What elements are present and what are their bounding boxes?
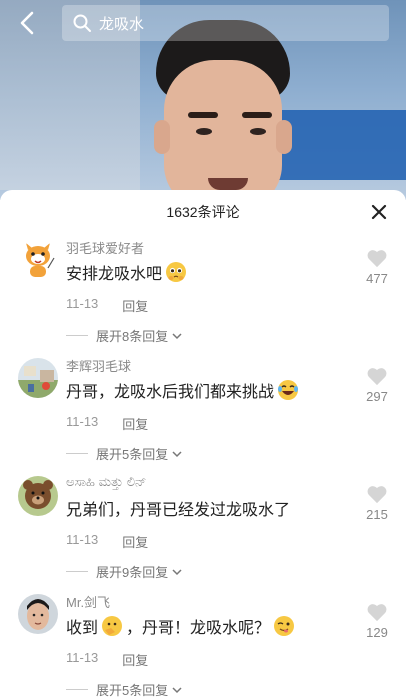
chevron-down-icon bbox=[172, 450, 182, 457]
comment-username[interactable]: Mr.剑飞 bbox=[66, 592, 110, 611]
pleading-face-emoji-icon bbox=[166, 262, 187, 282]
search-query: 龙吸水 bbox=[99, 15, 145, 33]
sheet-header: 1632条评论 bbox=[0, 190, 406, 234]
expand-replies-button[interactable]: 展开5条回复 bbox=[66, 444, 183, 463]
reply-button[interactable]: 回复 bbox=[122, 532, 148, 551]
like-count: 477 bbox=[366, 271, 388, 286]
like-count: 129 bbox=[366, 625, 388, 640]
comment-item: ಅಸಾಹಿ ಮತ್ತು ಲಿನ್ 兄弟们，丹哥已经发过龙吸水了 11-13 回复… bbox=[0, 470, 406, 588]
comment-text: 收到 ，丹哥！龙吸水呢？ bbox=[66, 614, 295, 638]
expand-replies-button[interactable]: 展开8条回复 bbox=[66, 326, 183, 345]
comment-text: 丹哥，龙吸水后我们都来挑战 bbox=[66, 378, 299, 402]
search-bar[interactable]: 龙吸水 bbox=[62, 5, 389, 41]
comment-username[interactable]: ಅಸಾಹಿ ಮತ್ತು ಲಿನ್ bbox=[66, 474, 146, 490]
like-button[interactable]: 297 bbox=[362, 366, 392, 404]
heart-icon bbox=[367, 486, 387, 504]
chevron-left-icon bbox=[20, 11, 34, 35]
like-button[interactable]: 129 bbox=[362, 602, 392, 640]
like-count: 297 bbox=[366, 389, 388, 404]
avatar[interactable] bbox=[18, 594, 58, 634]
heart-icon bbox=[367, 250, 387, 268]
comment-date: 11-13 bbox=[66, 414, 99, 429]
chevron-down-icon bbox=[172, 332, 182, 339]
comment-text: 兄弟们，丹哥已经发过龙吸水了 bbox=[66, 502, 291, 519]
heart-icon bbox=[367, 368, 387, 386]
avatar[interactable] bbox=[18, 476, 58, 516]
winking-face-emoji-icon bbox=[274, 616, 295, 636]
divider bbox=[66, 453, 88, 454]
comment-text: 安排龙吸水吧 bbox=[66, 260, 187, 284]
back-button[interactable] bbox=[14, 10, 40, 36]
like-count: 215 bbox=[366, 507, 388, 522]
avatar[interactable] bbox=[18, 240, 58, 280]
laughing-crying-emoji-icon bbox=[278, 380, 299, 400]
expand-replies-button[interactable]: 展开5条回复 bbox=[66, 680, 183, 699]
divider bbox=[66, 689, 88, 690]
comment-username[interactable]: 李辉羽毛球 bbox=[66, 356, 131, 375]
reply-button[interactable]: 回复 bbox=[122, 296, 148, 315]
close-icon[interactable] bbox=[370, 203, 388, 221]
divider bbox=[66, 335, 88, 336]
chevron-down-icon bbox=[172, 686, 182, 693]
comment-item: Mr.剑飞 收到 ，丹哥！龙吸水呢？ 11-13 回复 展开5条回复 129 bbox=[0, 588, 406, 700]
like-button[interactable]: 215 bbox=[362, 484, 392, 522]
like-button[interactable]: 477 bbox=[362, 248, 392, 286]
comment-item: 羽毛球爱好者 安排龙吸水吧 11-13 回复 展开8条回复 477 bbox=[0, 234, 406, 352]
reply-button[interactable]: 回复 bbox=[122, 650, 148, 669]
comment-item: 李辉羽毛球 丹哥，龙吸水后我们都来挑战 11-13 回复 展开5条回复 297 bbox=[0, 352, 406, 470]
expand-replies-button[interactable]: 展开9条回复 bbox=[66, 562, 183, 581]
reply-button[interactable]: 回复 bbox=[122, 414, 148, 433]
divider bbox=[66, 571, 88, 572]
video-person bbox=[148, 20, 298, 200]
comment-count-title: 1632条评论 bbox=[166, 204, 240, 220]
thinking-hand-emoji-icon bbox=[102, 616, 123, 636]
heart-icon bbox=[367, 604, 387, 622]
comment-date: 11-13 bbox=[66, 532, 99, 547]
search-icon bbox=[73, 14, 91, 32]
avatar[interactable] bbox=[18, 358, 58, 398]
chevron-down-icon bbox=[172, 568, 182, 575]
comment-date: 11-13 bbox=[66, 296, 99, 311]
comment-date: 11-13 bbox=[66, 650, 99, 665]
comment-sheet: 1632条评论 羽毛球爱好者 安排龙吸水吧 11-13 回复 展开8条回复 47… bbox=[0, 190, 406, 700]
comment-username[interactable]: 羽毛球爱好者 bbox=[66, 238, 144, 257]
